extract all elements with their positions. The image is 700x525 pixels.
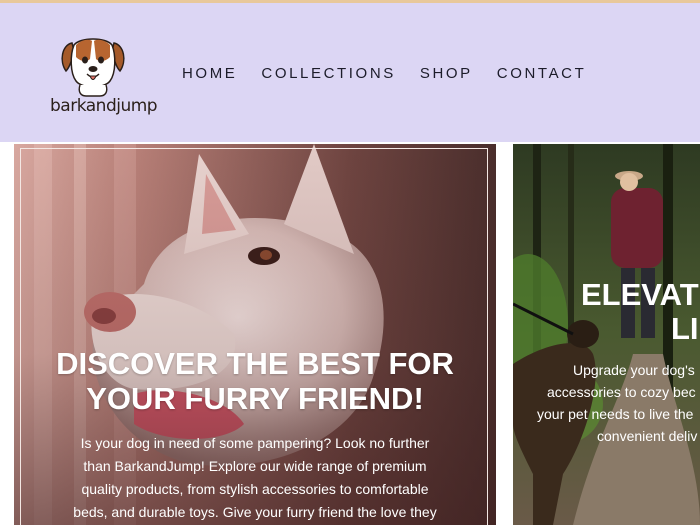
slide2-description-line: your pet needs to live the: [537, 406, 694, 422]
slide2-description-line: convenient deliv: [597, 428, 698, 444]
dog-logo-icon: [61, 38, 125, 97]
slide2-heading-line2: LI: [671, 311, 699, 346]
slide2-heading-line1: ELEVATI: [581, 277, 700, 312]
logo-wordmark: barkandjump: [50, 96, 158, 116]
nav-collections[interactable]: COLLECTIONS: [261, 65, 395, 82]
logo-text-bark: bark: [50, 96, 86, 116]
hero-description-line: Is your dog in need of some pampering? L…: [80, 435, 430, 451]
nav-contact[interactable]: CONTACT: [497, 65, 587, 82]
nav-home[interactable]: HOME: [182, 65, 237, 82]
nav-shop[interactable]: SHOP: [420, 65, 473, 82]
site-logo[interactable]: barkandjump: [46, 33, 158, 123]
slide2-description: Upgrade your dog's accessories to cozy b…: [533, 359, 700, 447]
logo-text-andjump: andjump: [85, 96, 158, 116]
slide2-description-line: Upgrade your dog's: [573, 362, 695, 378]
slide2-heading: ELEVATI LI: [581, 278, 700, 346]
slide2-description-line: accessories to cozy bec: [547, 384, 696, 400]
main-nav: HOME COLLECTIONS SHOP CONTACT: [182, 65, 586, 82]
hero-carousel: DISCOVER THE BEST FOR YOUR FURRY FRIEND!…: [0, 142, 700, 525]
site-header: barkandjump HOME COLLECTIONS SHOP CONTAC…: [0, 3, 700, 142]
hero-heading-line1: DISCOVER THE BEST FOR: [56, 346, 454, 381]
hero-description-line: than BarkandJump! Explore our wide range…: [83, 458, 427, 474]
hero-description-line: beds, and durable toys. Give your furry …: [73, 504, 437, 520]
hero-heading-line2: YOUR FURRY FRIEND!: [86, 381, 424, 416]
hero-slide-next[interactable]: ELEVATI LI Upgrade your dog's accessorie…: [513, 144, 700, 525]
hero-slide-active[interactable]: DISCOVER THE BEST FOR YOUR FURRY FRIEND!…: [14, 144, 496, 525]
hero-description: Is your dog in need of some pampering? L…: [54, 432, 456, 524]
hero-description-line: quality products, from stylish accessori…: [81, 481, 429, 497]
hero-heading: DISCOVER THE BEST FOR YOUR FURRY FRIEND!: [14, 346, 496, 416]
